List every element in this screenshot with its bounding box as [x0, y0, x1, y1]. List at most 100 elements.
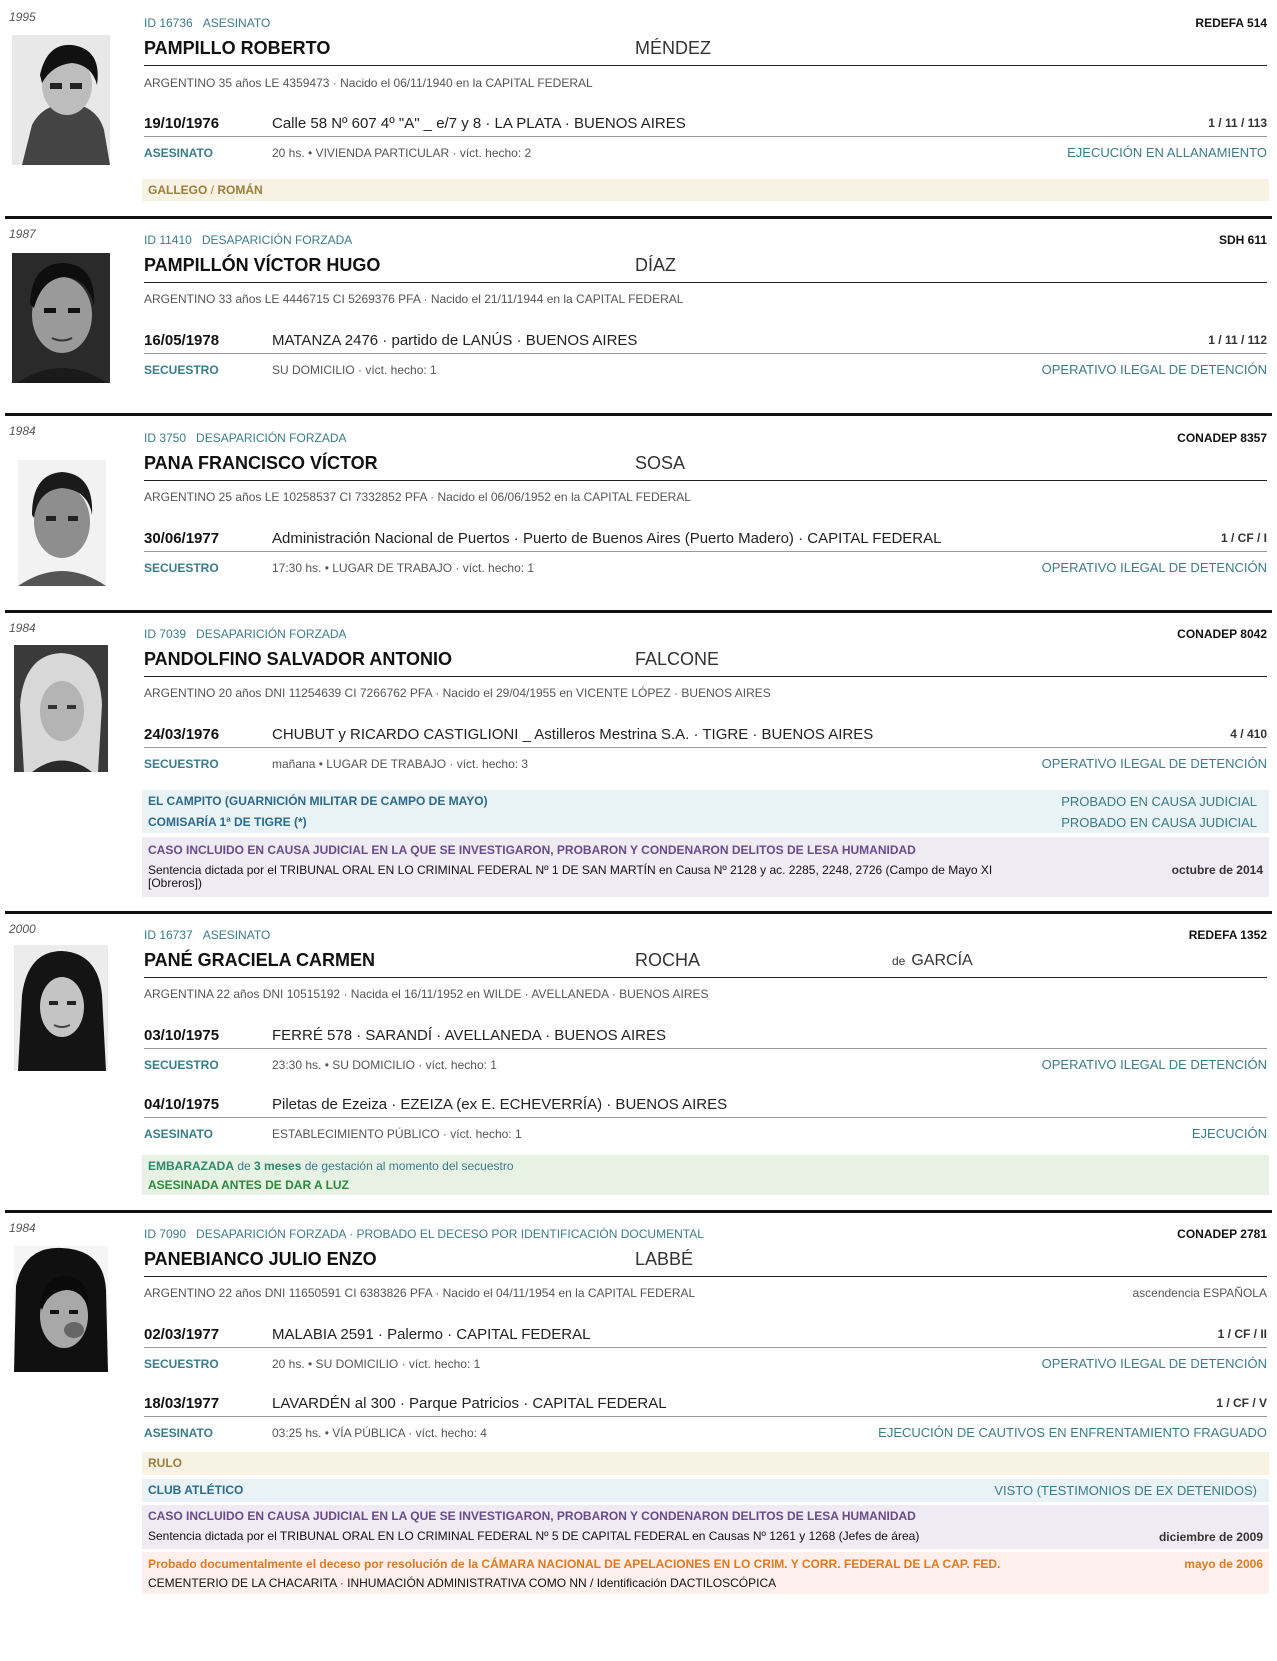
case-date: octubre de 2014 — [1171, 863, 1263, 877]
record-id-line: ID 3750 DESAPARICIÓN FORZADA — [144, 431, 347, 445]
record-id-line: ID 7090 DESAPARICIÓN FORZADA · PROBADO EL… — [144, 1227, 704, 1241]
event-detail: 03:25 hs. • VÍA PÚBLICA · víct. hecho: 4 — [272, 1426, 487, 1440]
death-proof: Probado documentalmente el deceso por re… — [142, 1552, 1269, 1594]
record-source: REDEFA 1352 — [1188, 928, 1267, 942]
event-date: 30/06/1977 — [144, 530, 220, 547]
death-resolution: Probado documentalmente el deceso por re… — [148, 1557, 1001, 1571]
event-classification: EJECUCIÓN — [1191, 1126, 1267, 1141]
event-classification: OPERATIVO ILEGAL DE DETENCIÓN — [1041, 1057, 1267, 1072]
event-place: Calle 58 Nº 607 4º "A" _ e/7 y 8 · LA PL… — [272, 115, 686, 132]
portrait-photo — [14, 1246, 108, 1372]
record-second-surname: ROCHA — [635, 950, 701, 970]
record-name: PANDOLFINO SALVADOR ANTONIO — [144, 649, 452, 669]
record-second-surname: DÍAZ — [635, 255, 677, 275]
event-place: CHUBUT y RICARDO CASTIGLIONI _ Astillero… — [272, 726, 874, 743]
record-second-surname: FALCONE — [635, 649, 720, 669]
record-separator — [5, 1210, 1272, 1213]
record-name: PAMPILLO ROBERTO — [144, 38, 331, 58]
event-type: ASESINATO — [144, 146, 213, 160]
event-detail: 23:30 hs. • SU DOMICILIO · víct. hecho: … — [272, 1058, 497, 1072]
center-status: PROBADO EN CAUSA JUDICIAL — [1061, 794, 1257, 809]
record-year: 1987 — [9, 227, 36, 241]
death-date: mayo de 2006 — [1184, 1557, 1263, 1571]
pregnant-text: de — [234, 1159, 255, 1173]
event-date: 03/10/1975 — [144, 1027, 220, 1044]
record-year: 1984 — [9, 424, 36, 438]
event-date: 04/10/1975 — [144, 1096, 220, 1113]
case-title: CASO INCLUIDO EN CAUSA JUDICIAL EN LA QU… — [148, 1509, 916, 1523]
alias-name: RULO — [148, 1456, 182, 1470]
detention-centers: CLUB ATLÉTICO VISTO (TESTIMONIOS DE EX D… — [142, 1479, 1269, 1502]
record-category: ASESINATO — [202, 16, 271, 30]
event-place: Piletas de Ezeiza · EZEIZA (ex E. ECHEVE… — [272, 1096, 728, 1113]
event-detail: 20 hs. • SU DOMICILIO · víct. hecho: 1 — [272, 1357, 481, 1371]
portrait-photo — [18, 460, 106, 586]
event-type: SECUESTRO — [144, 561, 219, 575]
event-code: 1 / CF / II — [1217, 1327, 1267, 1341]
event-place: Administración Nacional de Puertos · Pue… — [272, 530, 942, 547]
record-year: 2000 — [9, 922, 36, 936]
married-prefix: de — [892, 954, 906, 968]
record-second-surname: SOSA — [635, 453, 686, 473]
event-place: FERRÉ 578 · SARANDÍ · AVELLANEDA · BUENO… — [272, 1027, 667, 1044]
event-date: 18/03/1977 — [144, 1395, 220, 1412]
case-title: CASO INCLUIDO EN CAUSA JUDICIAL EN LA QU… — [148, 843, 916, 857]
divider — [144, 1416, 1267, 1417]
event-type: SECUESTRO — [144, 757, 219, 771]
record-year: 1995 — [9, 10, 36, 24]
event-classification: OPERATIVO ILEGAL DE DETENCIÓN — [1041, 362, 1267, 377]
alias-name: GALLEGO — [148, 183, 208, 197]
record-name: PANEBIANCO JULIO ENZO — [144, 1249, 377, 1269]
event-type: SECUESTRO — [144, 1357, 219, 1371]
record-personal-info: ARGENTINO 20 años DNI 11254639 CI 726676… — [144, 686, 771, 700]
record-source: CONADEP 8042 — [1177, 627, 1267, 641]
record-separator — [5, 216, 1272, 219]
case-date: diciembre de 2009 — [1158, 1530, 1263, 1544]
event-date: 02/03/1977 — [144, 1326, 220, 1343]
center-status: VISTO (TESTIMONIOS DE EX DETENIDOS) — [994, 1483, 1257, 1498]
pregnancy-note: EMBARAZADA de 3 meses de gestación al mo… — [142, 1155, 1269, 1195]
record-category: DESAPARICIÓN FORZADA · PROBADO EL DECESO… — [196, 1227, 704, 1241]
record-source: CONADEP 8357 — [1177, 431, 1267, 445]
pregnant-text: de gestación al momento del secuestro — [301, 1159, 514, 1173]
divider — [144, 676, 1267, 677]
divider — [144, 136, 1267, 137]
divider — [144, 551, 1267, 552]
detention-center-row: CLUB ATLÉTICO VISTO (TESTIMONIOS DE EX D… — [148, 1483, 1263, 1498]
event-code: 1 / CF / I — [1220, 531, 1267, 545]
ancestry: ascendencia ESPAÑOLA — [1132, 1286, 1267, 1300]
event-detail: 20 hs. • VIVIENDA PARTICULAR · víct. hec… — [272, 146, 532, 160]
record-year: 1984 — [9, 621, 36, 635]
alias-band: GALLEGO / ROMÁN — [142, 179, 1269, 201]
record-year: 1984 — [9, 1221, 36, 1235]
record-id-line: ID 7039 DESAPARICIÓN FORZADA — [144, 627, 347, 641]
divider — [144, 1276, 1267, 1277]
personal-details: ARGENTINO 22 años DNI 11650591 CI 638382… — [144, 1286, 696, 1300]
alias-name: ROMÁN — [217, 183, 263, 197]
event-detail: ESTABLECIMIENTO PÚBLICO · víct. hecho: 1 — [272, 1127, 522, 1141]
record-category: DESAPARICIÓN FORZADA — [201, 233, 353, 247]
record-id-line: ID 11410 DESAPARICIÓN FORZADA — [144, 233, 352, 247]
detention-centers: EL CAMPITO (GUARNICIÓN MILITAR DE CAMPO … — [142, 790, 1269, 833]
record-id: ID 7090 — [144, 1227, 187, 1241]
record-id: ID 11410 — [144, 233, 192, 247]
event-classification: EJECUCIÓN EN ALLANAMIENTO — [1067, 145, 1267, 160]
record-category: ASESINATO — [202, 928, 271, 942]
event-code: 1 / CF / V — [1216, 1396, 1267, 1410]
divider — [144, 65, 1267, 66]
record-separator — [5, 413, 1272, 416]
event-code: 1 / 11 / 112 — [1208, 333, 1267, 347]
record-name: PANÉ GRACIELA CARMEN — [144, 950, 376, 970]
alias-separator: / — [207, 183, 218, 197]
event-code: 4 / 410 — [1230, 727, 1267, 741]
event-detail: SU DOMICILIO · víct. hecho: 1 — [272, 363, 437, 377]
event-detail: 17:30 hs. • LUGAR DE TRABAJO · víct. hec… — [272, 561, 535, 575]
center-name: EL CAMPITO (GUARNICIÓN MILITAR DE CAMPO … — [148, 794, 488, 808]
record-id: ID 3750 — [144, 431, 187, 445]
event-classification: OPERATIVO ILEGAL DE DETENCIÓN — [1041, 1356, 1267, 1371]
record-id: ID 16737 — [144, 928, 193, 942]
pregnant-months: 3 meses — [254, 1159, 302, 1173]
case-text-cont: [Obreros]) — [148, 876, 203, 890]
event-detail: mañana • LUGAR DE TRABAJO · víct. hecho:… — [272, 757, 529, 771]
center-status: PROBADO EN CAUSA JUDICIAL — [1061, 815, 1257, 830]
